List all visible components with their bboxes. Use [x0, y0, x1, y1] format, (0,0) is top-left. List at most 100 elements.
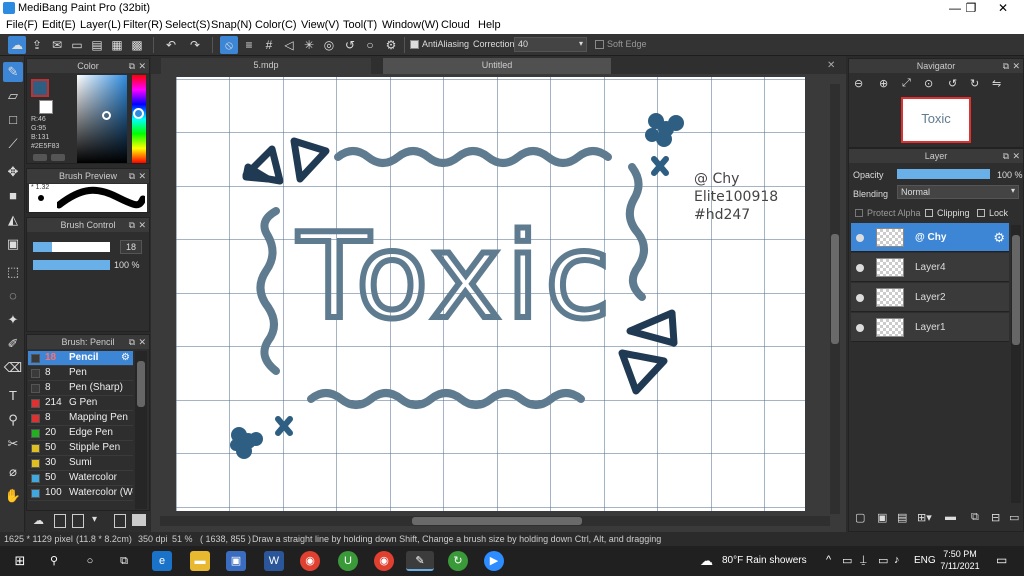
tab-5mdp[interactable]: 5.mdp: [161, 58, 371, 74]
lasso-tool-icon[interactable]: ◌: [3, 286, 23, 306]
notification-icon[interactable]: ▭: [996, 553, 1007, 567]
select-eraser-icon[interactable]: ⌫: [3, 358, 23, 378]
volume-icon[interactable]: ♪: [894, 554, 900, 566]
brush-item[interactable]: 214 G Pen: [28, 396, 133, 411]
layer-row[interactable]: Layer1: [851, 313, 1009, 342]
bucket-tool-icon[interactable]: ◭: [3, 210, 23, 230]
eraser-tool-icon[interactable]: ▱: [3, 86, 23, 106]
brush-list-scrollbar[interactable]: [135, 351, 147, 509]
new-1bit-layer-icon[interactable]: ▤: [897, 511, 907, 524]
menu-snap[interactable]: Snap(N): [211, 19, 252, 31]
close-icon[interactable]: ✕: [138, 59, 146, 73]
tab-untitled[interactable]: Untitled: [383, 58, 611, 74]
menu-tool[interactable]: Tool(T): [343, 19, 377, 31]
close-icon[interactable]: ✕: [1012, 149, 1020, 163]
magic-wand-icon[interactable]: ✦: [3, 310, 23, 330]
soft-edge-checkbox[interactable]: [595, 40, 604, 49]
navigator-thumbnail[interactable]: Toxic: [901, 97, 971, 143]
edge-icon[interactable]: e: [152, 551, 172, 571]
menu-select[interactable]: Select(S): [165, 19, 210, 31]
layer-row[interactable]: Layer4: [851, 253, 1009, 282]
layer-row[interactable]: Layer2: [851, 283, 1009, 312]
hue-slider[interactable]: [132, 75, 146, 163]
layer-menu-icon[interactable]: ⊞▾: [917, 511, 932, 524]
radial-snap-icon[interactable]: ✳: [300, 36, 318, 54]
secondary-color-swatch[interactable]: [39, 100, 53, 114]
gear-icon[interactable]: ⚙: [993, 230, 1005, 246]
vscroll-thumb[interactable]: [831, 234, 839, 344]
close-icon[interactable]: ✕: [138, 169, 146, 183]
circle-snap-icon[interactable]: ◎: [320, 36, 338, 54]
hand-tool-icon[interactable]: ✋: [3, 486, 23, 506]
brush-item[interactable]: 50 Stipple Pen: [28, 441, 133, 456]
flip-icon[interactable]: ⇋: [992, 77, 1001, 90]
menu-layer[interactable]: Layer(L): [80, 19, 121, 31]
tab-close-icon[interactable]: ✕: [827, 60, 835, 71]
language-indicator[interactable]: ENG: [914, 555, 936, 566]
select-pen-icon[interactable]: ✐: [3, 334, 23, 354]
clock[interactable]: 7:50 PM 7/11/2021: [940, 548, 980, 572]
fill-rect-icon[interactable]: ■: [3, 186, 23, 206]
blending-select[interactable]: Normal ▾: [897, 185, 1019, 199]
close-icon[interactable]: ✕: [138, 335, 146, 349]
weather-text[interactable]: 80°F Rain showers: [722, 555, 807, 566]
snap-off-icon[interactable]: ⦸: [220, 36, 238, 54]
menu-filter[interactable]: Filter(R): [123, 19, 163, 31]
rect-tool-icon[interactable]: □: [3, 110, 23, 130]
popout-icon[interactable]: ⧉: [129, 169, 135, 183]
lock-checkbox[interactable]: [977, 209, 985, 217]
menu-color[interactable]: Color(C): [255, 19, 297, 31]
popout-icon[interactable]: ⧉: [129, 218, 135, 232]
primary-color-swatch[interactable]: [31, 79, 49, 97]
curve-snap-icon[interactable]: ↺: [341, 36, 359, 54]
eyedropper-tool-icon[interactable]: ⌀: [3, 462, 23, 482]
swap-color-icon[interactable]: [51, 154, 65, 161]
brush-item[interactable]: 30 Sumi: [28, 456, 133, 471]
popout-icon[interactable]: ⧉: [129, 335, 135, 349]
brush-item[interactable]: 20 Edge Pen: [28, 426, 133, 441]
operation-tool-icon[interactable]: ⚲: [3, 410, 23, 430]
comment-icon[interactable]: ✉: [48, 36, 66, 54]
layer-folder-icon[interactable]: ▬: [945, 511, 956, 523]
network-icon[interactable]: ▭: [878, 554, 888, 567]
search-icon[interactable]: ⚲: [44, 551, 64, 571]
chrome-icon[interactable]: ◉: [300, 551, 320, 571]
shape-snap-icon[interactable]: ○: [361, 36, 379, 54]
popout-icon[interactable]: ⧉: [1003, 59, 1009, 73]
visibility-icon[interactable]: [856, 294, 864, 302]
start-icon[interactable]: ⊞: [10, 551, 30, 571]
snap-settings-icon[interactable]: ⚙: [382, 36, 400, 54]
hscroll-thumb[interactable]: [412, 517, 582, 525]
select-tool-icon[interactable]: ⬚: [3, 262, 23, 282]
menu-cloud[interactable]: Cloud: [441, 19, 470, 31]
brush-item[interactable]: 8 Mapping Pen: [28, 411, 133, 426]
visibility-icon[interactable]: [856, 264, 864, 272]
microphone-icon[interactable]: ⍊: [860, 554, 867, 567]
copy-brush-icon[interactable]: [72, 514, 84, 528]
zoom-out-icon[interactable]: ⊖: [854, 77, 863, 90]
canvas-vertical-scrollbar[interactable]: [830, 84, 840, 514]
text-tool-icon[interactable]: T: [3, 386, 23, 406]
rotate-right-icon[interactable]: ↻: [970, 77, 979, 90]
medibang-taskbar-icon[interactable]: ✎: [406, 551, 434, 571]
cloud-icon[interactable]: ☁: [8, 36, 26, 54]
brush-menu-icon[interactable]: ▾: [92, 514, 108, 528]
layer-row[interactable]: @ Chy ⚙: [851, 223, 1009, 252]
chrome-2-icon[interactable]: ◉: [374, 551, 394, 571]
chat-icon[interactable]: ▭: [68, 36, 86, 54]
layer-scroll-thumb[interactable]: [1012, 235, 1020, 345]
tray-app-icon[interactable]: ▭: [842, 554, 852, 567]
brush-opacity-slider[interactable]: [33, 260, 110, 270]
file-explorer-icon[interactable]: ▬: [190, 551, 210, 571]
antialiasing-checkbox[interactable]: [410, 40, 419, 49]
duplicate-layer-icon[interactable]: ⧉: [971, 511, 979, 524]
menu-window[interactable]: Window(W): [382, 19, 439, 31]
scroll-thumb[interactable]: [137, 361, 145, 407]
rotate-left-icon[interactable]: ↺: [948, 77, 957, 90]
layer-scrollbar[interactable]: [1011, 225, 1021, 503]
delete-brush-icon[interactable]: [114, 514, 126, 528]
gradient-tool-icon[interactable]: ▣: [3, 234, 23, 254]
protect-alpha-checkbox[interactable]: [855, 209, 863, 217]
brush-item[interactable]: 8 Pen (Sharp): [28, 381, 133, 396]
move-tool-icon[interactable]: ✥: [3, 162, 23, 182]
